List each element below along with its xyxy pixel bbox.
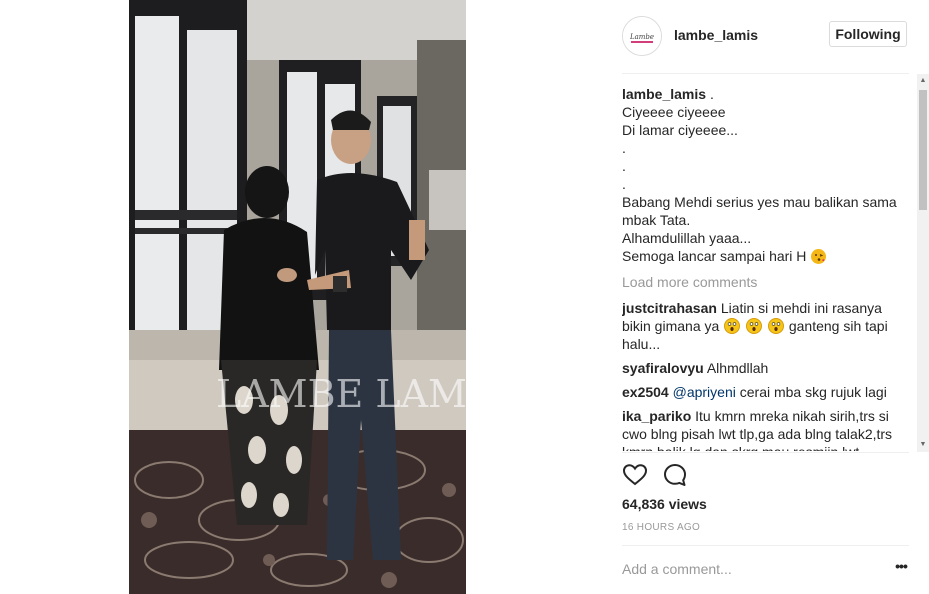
caption-line: . [622, 158, 626, 174]
avatar[interactable]: Lambe [622, 16, 662, 56]
comment-item: syafiralovyu Alhmdllah [622, 359, 904, 377]
comments-list[interactable]: lambe_lamis . Ciyeeee ciyeeee Di lamar c… [622, 85, 904, 451]
caption-line: Semoga lancar sampai hari H [622, 248, 807, 264]
post-actions [622, 462, 909, 492]
comment-item: ex2504 @apriyeni cerai mba skg rujuk lag… [622, 383, 904, 401]
svg-text:Lambe: Lambe [629, 33, 654, 41]
avatar-logo-icon: Lambe [623, 17, 661, 55]
face-screaming-emoji-icon [767, 318, 784, 334]
caption-line: mbak Tata. [622, 212, 691, 228]
caption-line: Di lamar ciyeeee... [622, 122, 738, 138]
face-screaming-emoji-icon [724, 318, 741, 334]
scroll-down-arrow-icon[interactable]: ▼ [917, 440, 929, 450]
comment-username[interactable]: ika_pariko [622, 408, 691, 424]
username-link[interactable]: lambe_lamis [674, 27, 758, 43]
comment-bubble-icon[interactable] [662, 462, 688, 488]
comments-scrollbar[interactable]: ▲ ▼ [917, 74, 929, 452]
caption-username[interactable]: lambe_lamis [622, 86, 706, 102]
comment-username[interactable]: syafiralovyu [622, 360, 704, 376]
comment-username[interactable]: justcitrahasan [622, 300, 717, 316]
following-button[interactable]: Following [829, 21, 907, 47]
caption-first-suffix: . [706, 86, 714, 102]
heart-outline-icon[interactable] [622, 462, 648, 488]
comment-username[interactable]: ex2504 [622, 384, 669, 400]
more-options-icon[interactable]: ••• [892, 559, 910, 576]
comment-text: cerai mba skg rujuk lagi [735, 384, 887, 400]
caption-line: Ciyeeee ciyeeee [622, 104, 726, 120]
divider [622, 545, 909, 546]
kissing-face-emoji-icon [811, 249, 827, 264]
view-count[interactable]: 64,836 views [622, 496, 707, 512]
face-screaming-emoji-icon [746, 318, 763, 334]
divider [622, 73, 909, 74]
caption-line: . [622, 176, 626, 192]
load-more-comments-link[interactable]: Load more comments [622, 273, 904, 291]
post-header: Lambe lambe_lamis Following [622, 14, 909, 58]
add-comment-input[interactable] [622, 559, 862, 579]
caption-line: Alhamdulillah yaaa... [622, 230, 752, 246]
scroll-up-arrow-icon[interactable]: ▲ [917, 76, 929, 86]
caption: lambe_lamis . Ciyeeee ciyeeee Di lamar c… [622, 85, 904, 265]
watermark-text: LAMBE LAMIS [216, 372, 508, 416]
comment-mention-link[interactable]: @apriyeni [673, 384, 736, 400]
comment-item: ika_pariko Itu kmrn mreka nikah sirih,tr… [622, 407, 904, 451]
divider [622, 452, 909, 453]
caption-line: . [622, 140, 626, 156]
caption-line: Babang Mehdi serius yes mau balikan sama [622, 194, 897, 210]
comment-text: Alhmdllah [703, 360, 769, 376]
post-video[interactable] [129, 0, 466, 594]
comment-item: justcitrahasan Liatin si mehdi ini rasan… [622, 299, 904, 353]
post-details-panel: Lambe lambe_lamis Following lambe_lamis … [600, 0, 929, 594]
post-timestamp[interactable]: 16 HOURS AGO [622, 522, 700, 533]
scrollbar-thumb[interactable] [919, 90, 927, 210]
video-frame [129, 0, 466, 594]
